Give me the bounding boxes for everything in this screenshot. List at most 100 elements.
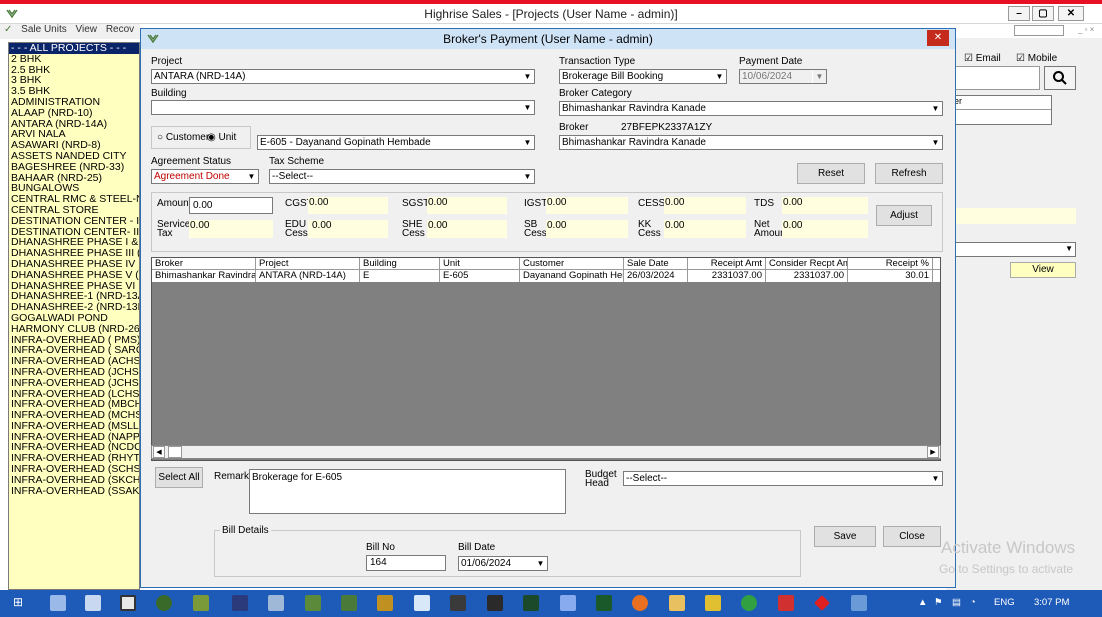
taskbar-app-icon[interactable]: [596, 595, 612, 611]
menu-sale-units[interactable]: Sale Units: [21, 24, 67, 35]
budget-head-label-line2: Head: [585, 478, 609, 489]
grid-column-header[interactable]: Project: [256, 258, 360, 270]
view-button[interactable]: View: [1010, 262, 1076, 278]
project-select[interactable]: ANTARA (NRD-14A) ▼: [151, 69, 535, 84]
taskbar-app-icon[interactable]: [778, 595, 794, 611]
she-cess-label-line2: Cess: [402, 228, 425, 239]
scroll-left-icon[interactable]: ◀: [153, 446, 165, 458]
broker-category-select[interactable]: Bhimashankar Ravindra Kanade ▼: [559, 101, 943, 116]
transaction-type-select[interactable]: Brokerage Bill Booking ▼: [559, 69, 727, 84]
project-list-item[interactable]: 2 BHK: [9, 53, 139, 65]
file-explorer-icon[interactable]: [85, 595, 101, 611]
flag-icon[interactable]: ⚑: [934, 597, 943, 608]
reset-button[interactable]: Reset: [797, 163, 865, 184]
save-button[interactable]: Save: [814, 526, 876, 547]
project-list-item[interactable]: ALAAP (NRD-10): [9, 107, 139, 119]
grid-column-header[interactable]: Customer: [520, 258, 624, 270]
table-cell: 26/03/2024: [624, 270, 688, 282]
dialog-close-button[interactable]: ✕: [927, 30, 949, 46]
project-list-item[interactable]: INFRA-OVERHEAD (SSAK: [9, 485, 139, 497]
language-indicator[interactable]: ENG: [994, 597, 1015, 608]
amount-input[interactable]: 0.00: [189, 197, 273, 214]
building-select[interactable]: ▼: [151, 100, 535, 115]
unit-radio[interactable]: ◉ Unit: [207, 132, 236, 143]
taskbar-app-icon[interactable]: [232, 595, 248, 611]
dialog-close-action-button[interactable]: Close: [883, 526, 941, 547]
taskbar-app-icon[interactable]: [414, 595, 430, 611]
grid-column-header[interactable]: Broker: [152, 258, 256, 270]
search-button[interactable]: [1044, 66, 1076, 90]
project-list-item[interactable]: HARMONY CLUB (NRD-26A: [9, 323, 139, 335]
scroll-thumb[interactable]: [168, 446, 182, 458]
folder-icon[interactable]: [669, 595, 685, 611]
project-value: ANTARA (NRD-14A): [154, 71, 246, 82]
main-title: Highrise Sales - [Projects (User Name - …: [424, 7, 678, 21]
scroll-right-icon[interactable]: ▶: [927, 446, 939, 458]
grid-column-header[interactable]: Receipt %: [848, 258, 933, 270]
refresh-button[interactable]: Refresh: [875, 163, 943, 184]
agreement-status-select[interactable]: Agreement Done ▼: [151, 169, 259, 184]
email-checkbox[interactable]: ☑ Email: [964, 53, 1001, 64]
menu-recovery[interactable]: Recov: [106, 24, 134, 35]
grid-column-header[interactable]: Sale Date: [624, 258, 688, 270]
grid-column-header[interactable]: Consider Recpt Amt: [766, 258, 848, 270]
unit-select[interactable]: E-605 - Dayanand Gopinath Hembade ▼: [257, 135, 535, 150]
taskbar-app-icon[interactable]: [523, 595, 539, 611]
taskbar-app-icon[interactable]: [450, 595, 466, 611]
taskbar-app-icon[interactable]: [50, 595, 66, 611]
maximize-button[interactable]: ▢: [1032, 6, 1054, 21]
grid-column-header[interactable]: Unit: [440, 258, 520, 270]
taskbar-app-icon[interactable]: [341, 595, 357, 611]
budget-head-select[interactable]: --Select-- ▼: [623, 471, 943, 486]
project-list-item[interactable]: INFRA-OVERHEAD (JCHSI: [9, 377, 139, 389]
right-dropdown[interactable]: ▼: [950, 242, 1076, 257]
select-all-button[interactable]: Select All: [155, 467, 203, 488]
project-list-item[interactable]: DESTINATION CENTER - I: [9, 215, 139, 227]
customer-radio[interactable]: ○ Customer: [157, 132, 209, 143]
minimize-button[interactable]: –: [1008, 6, 1030, 21]
payment-date-picker[interactable]: 10/06/2024 ▼: [739, 69, 827, 84]
bill-no-input[interactable]: 164: [366, 555, 446, 571]
menu-view[interactable]: View: [76, 24, 98, 35]
taskbar-app-icon[interactable]: [705, 595, 721, 611]
taskbar-app-icon[interactable]: [377, 595, 393, 611]
firefox-icon[interactable]: [632, 595, 648, 611]
mobile-checkbox[interactable]: ☑ Mobile: [1016, 53, 1057, 64]
clock[interactable]: 3:07 PM: [1034, 597, 1069, 608]
taskbar-app-icon[interactable]: [268, 595, 284, 611]
close-button[interactable]: ✕: [1058, 6, 1084, 21]
project-list-item[interactable]: DHANASHREE PHASE V (: [9, 269, 139, 281]
taskbar-app-icon[interactable]: [851, 595, 867, 611]
brokerage-grid[interactable]: Broker Project Building Unit Customer Sale Da…: [151, 257, 941, 461]
taskbar-app-icon[interactable]: [560, 595, 576, 611]
taskbar-app-icon[interactable]: [487, 595, 503, 611]
taskbar-app-icon[interactable]: [814, 595, 830, 611]
search-input[interactable]: [950, 66, 1040, 90]
volume-icon[interactable]: ◔: [970, 597, 976, 608]
chevron-down-icon: ▼: [812, 70, 826, 83]
broker-label: Broker: [559, 122, 589, 133]
grid-column-header[interactable]: Building: [360, 258, 440, 270]
adjust-button[interactable]: Adjust: [876, 205, 932, 226]
bill-date-picker[interactable]: 01/06/2024 ▼: [458, 556, 548, 571]
tax-scheme-select[interactable]: --Select-- ▼: [269, 169, 535, 184]
taskbar-app-icon[interactable]: [193, 595, 209, 611]
project-list-item[interactable]: BAGESHREE (NRD-33): [9, 161, 139, 173]
horizontal-scrollbar[interactable]: ◀ ▶: [151, 445, 941, 459]
broker-select[interactable]: Bhimashankar Ravindra Kanade ▼: [559, 135, 943, 150]
start-icon[interactable]: ⊞: [13, 595, 29, 611]
remark-textarea[interactable]: Brokerage for E-605: [249, 469, 566, 514]
taskbar-app-icon[interactable]: [305, 595, 321, 611]
network-icon[interactable]: ▤: [952, 597, 961, 608]
results-grid[interactable]: er: [950, 95, 1052, 125]
chrome-icon[interactable]: [741, 595, 757, 611]
taskbar-app-icon[interactable]: [156, 595, 172, 611]
cess-label: CESS: [638, 198, 666, 209]
project-list[interactable]: - - - ALL PROJECTS - - -2 BHK 2.5 BHK 3 BH…: [8, 42, 140, 590]
table-row[interactable]: Bhimashankar Ravindra KaANTARA (NRD-14A)…: [152, 270, 940, 282]
taskbar-app-icon[interactable]: [120, 595, 136, 611]
tray-chevron-icon[interactable]: ▲: [918, 597, 927, 608]
grid-column-header[interactable]: Receipt Amt: [688, 258, 766, 270]
sb-cess-label: SB Cess: [524, 220, 547, 239]
mdi-close-icon[interactable]: _ ▫ ×: [1078, 25, 1100, 36]
